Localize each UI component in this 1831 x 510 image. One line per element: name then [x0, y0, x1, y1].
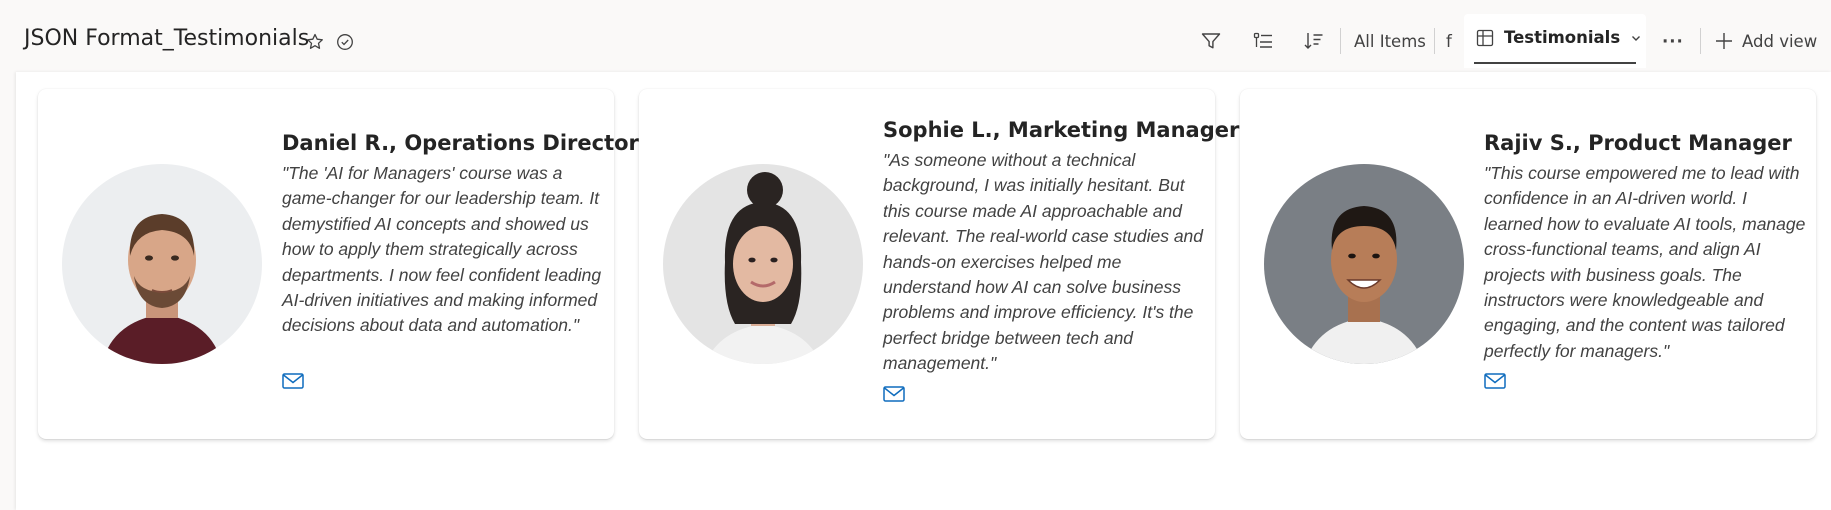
chevron-down-icon	[1632, 35, 1641, 41]
mail-icon[interactable]	[282, 373, 304, 389]
check-circle-icon[interactable]	[335, 32, 355, 52]
filter-button[interactable]	[1200, 28, 1222, 54]
portrait-image	[663, 164, 863, 364]
star-icon[interactable]	[305, 32, 325, 52]
mail-icon[interactable]	[1484, 373, 1506, 389]
view-all-items[interactable]: All Items	[1354, 28, 1426, 54]
testimonial-quote: "As someone without a technical backgrou…	[883, 150, 1204, 374]
separator	[1340, 28, 1341, 54]
testimonial-card[interactable]: Daniel R., Operations Director "The 'AI …	[38, 89, 639, 439]
testimonial-name: Rajiv S., Product Manager	[1484, 131, 1792, 155]
plus-icon	[1716, 33, 1732, 49]
add-view-label: Add view	[1742, 31, 1818, 51]
testimonial-name: Daniel R., Operations Director	[282, 131, 639, 155]
testimonial-quote: "The 'AI for Managers' course was a game…	[282, 163, 602, 336]
group-button[interactable]	[1252, 28, 1274, 54]
view-f[interactable]: f	[1446, 28, 1452, 54]
tab-underline	[1474, 62, 1636, 64]
tab-label: Testimonials	[1504, 28, 1621, 47]
sort-button[interactable]	[1303, 28, 1325, 54]
testimonial-card[interactable]: Sophie L., Marketing Manager "As someone…	[639, 89, 1240, 439]
avatar	[1264, 164, 1464, 364]
avatar	[62, 164, 262, 364]
separator	[1700, 28, 1701, 54]
portrait-image	[1264, 164, 1464, 364]
tab-testimonials[interactable]: Testimonials	[1464, 14, 1646, 68]
list-icon	[1253, 32, 1272, 48]
testimonial-name: Sophie L., Marketing Manager	[883, 118, 1240, 142]
sort-icon	[1304, 33, 1323, 49]
testimonial-quote: "This course empowered me to lead with c…	[1484, 163, 1806, 361]
portrait-image	[62, 164, 262, 364]
add-view-button[interactable]: Add view	[1714, 28, 1817, 54]
list-title: JSON Format_Testimonials	[24, 26, 310, 51]
more-button[interactable]: ···	[1662, 28, 1684, 54]
avatar	[663, 164, 863, 364]
separator	[1434, 28, 1435, 54]
filter-icon	[1201, 33, 1221, 49]
command-bar: JSON Format_Testimonials All Items f Tes…	[0, 0, 1831, 72]
testimonial-card[interactable]: Rajiv S., Product Manager "This course e…	[1240, 89, 1816, 439]
testimonials-gallery: Daniel R., Operations Director "The 'AI …	[16, 72, 1831, 510]
mail-icon[interactable]	[883, 386, 905, 402]
grid-icon	[1476, 29, 1494, 46]
